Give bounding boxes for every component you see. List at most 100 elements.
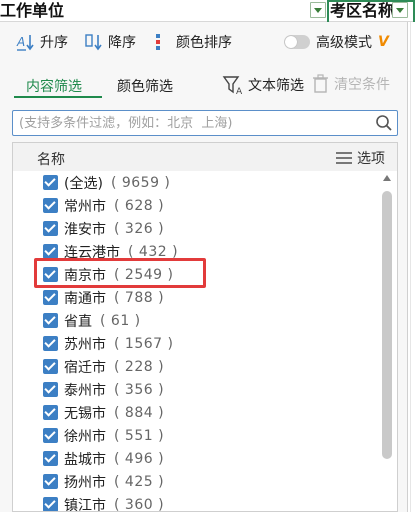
list-item-count: ( 1567 ): [114, 335, 174, 352]
list-item[interactable]: 连云港市 ( 432 ): [13, 240, 377, 263]
list-item[interactable]: (全选) ( 9659 ): [13, 171, 377, 194]
checkbox-checked-icon[interactable]: [43, 474, 58, 489]
list-item-count: ( 228 ): [114, 358, 165, 375]
scroll-up-arrow-icon[interactable]: [383, 175, 391, 181]
list-item[interactable]: 镇江市 ( 360 ): [13, 493, 377, 512]
sort-descending-icon: [84, 32, 104, 52]
list-item-label: (全选): [64, 175, 103, 192]
tab-color-filter[interactable]: 颜色筛选: [117, 76, 173, 96]
list-item[interactable]: 南通市 ( 788 ): [13, 286, 377, 309]
list-item[interactable]: 南京市 ( 2549 ): [13, 263, 377, 286]
list-item-count: ( 9659 ): [110, 174, 171, 191]
list-item[interactable]: 常州市 ( 628 ): [13, 194, 377, 217]
list-item[interactable]: 泰州市 ( 356 ): [13, 378, 377, 401]
text-filter-label: 文本筛选: [248, 78, 304, 94]
list-item-label: 泰州市: [64, 382, 106, 399]
list-item-label: 镇江市: [64, 497, 106, 512]
list-item[interactable]: 宿迁市 ( 228 ): [13, 355, 377, 378]
filter-tabs: 内容筛选 颜色筛选 A 文本筛选 清空条件: [0, 66, 408, 106]
checkbox-checked-icon[interactable]: [43, 382, 58, 397]
list-item[interactable]: 苏州市 ( 1567 ): [13, 332, 377, 355]
list-item-label: 徐州市: [64, 428, 106, 445]
value-list: 名称 选项 (全选) ( 9659 ) 常州市 ( 628 ) 淮安市 ( 326 ) 连云…: [12, 142, 398, 512]
list-item-label: 淮安市: [64, 221, 106, 238]
checkbox-checked-icon[interactable]: [43, 267, 58, 282]
color-sort-icon: [152, 32, 172, 52]
list-item-label: 扬州市: [64, 474, 106, 491]
search-input[interactable]: [17, 112, 367, 134]
list-item-label: 宿迁市: [64, 359, 106, 376]
list-item-label: 南通市: [64, 290, 106, 307]
sort-ascending-label: 升序: [40, 35, 68, 51]
list-item-count: ( 788 ): [114, 289, 165, 306]
list-item-count: ( 326 ): [114, 220, 165, 237]
clear-conditions-button[interactable]: 清空条件: [312, 74, 390, 94]
checkbox-checked-icon[interactable]: [43, 405, 58, 420]
advanced-mode-toggle[interactable]: 高级模式 V: [284, 28, 389, 56]
list-item[interactable]: 盐城市 ( 496 ): [13, 447, 377, 470]
list-item[interactable]: 省直 ( 61 ): [13, 309, 377, 332]
tab-content-filter[interactable]: 内容筛选: [26, 76, 82, 96]
column-header-exam-area: 考区名称: [330, 1, 392, 20]
text-filter-icon: A: [222, 76, 243, 96]
scrollbar-thumb[interactable]: [382, 191, 392, 459]
list-options-label: 选项: [357, 151, 385, 167]
svg-text:A: A: [236, 87, 243, 96]
filter-toolbar: A 升序 降序 颜色排序 高级模式 V: [0, 22, 408, 62]
checkbox-checked-icon[interactable]: [43, 244, 58, 259]
checkbox-checked-icon[interactable]: [43, 221, 58, 236]
checkbox-checked-icon[interactable]: [43, 175, 58, 190]
trash-icon: [313, 74, 328, 93]
list-item[interactable]: 徐州市 ( 551 ): [13, 424, 377, 447]
search-icon[interactable]: [375, 114, 393, 132]
checkbox-checked-icon[interactable]: [43, 336, 58, 351]
list-rows: (全选) ( 9659 ) 常州市 ( 628 ) 淮安市 ( 326 ) 连云港市 ( 43…: [13, 171, 377, 512]
list-item[interactable]: 扬州市 ( 425 ): [13, 470, 377, 493]
list-item-label: 盐城市: [64, 451, 106, 468]
clear-conditions-label: 清空条件: [334, 77, 390, 93]
column-a-filter-dropdown-icon[interactable]: [310, 2, 326, 18]
list-item-count: ( 356 ): [114, 381, 165, 398]
vip-badge-icon: V: [378, 34, 389, 50]
checkbox-checked-icon[interactable]: [43, 451, 58, 466]
sort-ascending-button[interactable]: A 升序: [16, 28, 68, 56]
text-filter-button[interactable]: A 文本筛选: [222, 74, 304, 96]
checkbox-checked-icon[interactable]: [43, 290, 58, 305]
color-sort-label: 颜色排序: [176, 35, 232, 51]
list-item-label: 南京市: [64, 267, 106, 284]
list-scrollbar[interactable]: [379, 171, 395, 511]
sheet-gridline: [410, 22, 411, 512]
active-tab-indicator: [14, 96, 102, 98]
list-item-count: ( 360 ): [114, 496, 165, 512]
checkbox-checked-icon[interactable]: [43, 198, 58, 213]
list-item-count: ( 496 ): [114, 450, 165, 467]
list-item[interactable]: 淮安市 ( 326 ): [13, 217, 377, 240]
list-item[interactable]: 无锡市 ( 884 ): [13, 401, 377, 424]
toggle-switch-icon[interactable]: [284, 35, 310, 49]
list-item-label: 无锡市: [64, 405, 106, 422]
checkbox-checked-icon[interactable]: [43, 497, 58, 511]
list-item-count: ( 551 ): [114, 427, 165, 444]
search-box[interactable]: [12, 110, 398, 136]
checkbox-checked-icon[interactable]: [43, 428, 58, 443]
list-item-label: 省直: [64, 313, 92, 330]
list-item-count: ( 425 ): [114, 473, 165, 490]
list-item-count: ( 884 ): [114, 404, 165, 421]
sort-descending-button[interactable]: 降序: [84, 28, 136, 56]
checkbox-checked-icon[interactable]: [43, 313, 58, 328]
column-header-work-unit: 工作单位: [0, 1, 65, 20]
advanced-mode-label: 高级模式: [316, 35, 372, 51]
list-item-label: 连云港市: [64, 244, 120, 261]
list-item-count: ( 628 ): [114, 197, 165, 214]
svg-text:A: A: [16, 35, 25, 49]
list-header-name: 名称: [37, 152, 65, 168]
color-sort-button[interactable]: 颜色排序: [152, 28, 232, 56]
list-item-label: 苏州市: [64, 336, 106, 353]
filter-panel: A 升序 降序 颜色排序 高级模式 V 内容筛选 颜色筛选 A 文本筛选 清空条…: [0, 22, 408, 512]
list-item-count: ( 2549 ): [114, 266, 174, 283]
list-options-button[interactable]: 选项: [335, 148, 385, 168]
column-b-filter-dropdown-icon[interactable]: [392, 2, 408, 18]
list-header: 名称 选项: [13, 143, 397, 171]
menu-lines-icon: [336, 152, 352, 164]
checkbox-checked-icon[interactable]: [43, 359, 58, 374]
